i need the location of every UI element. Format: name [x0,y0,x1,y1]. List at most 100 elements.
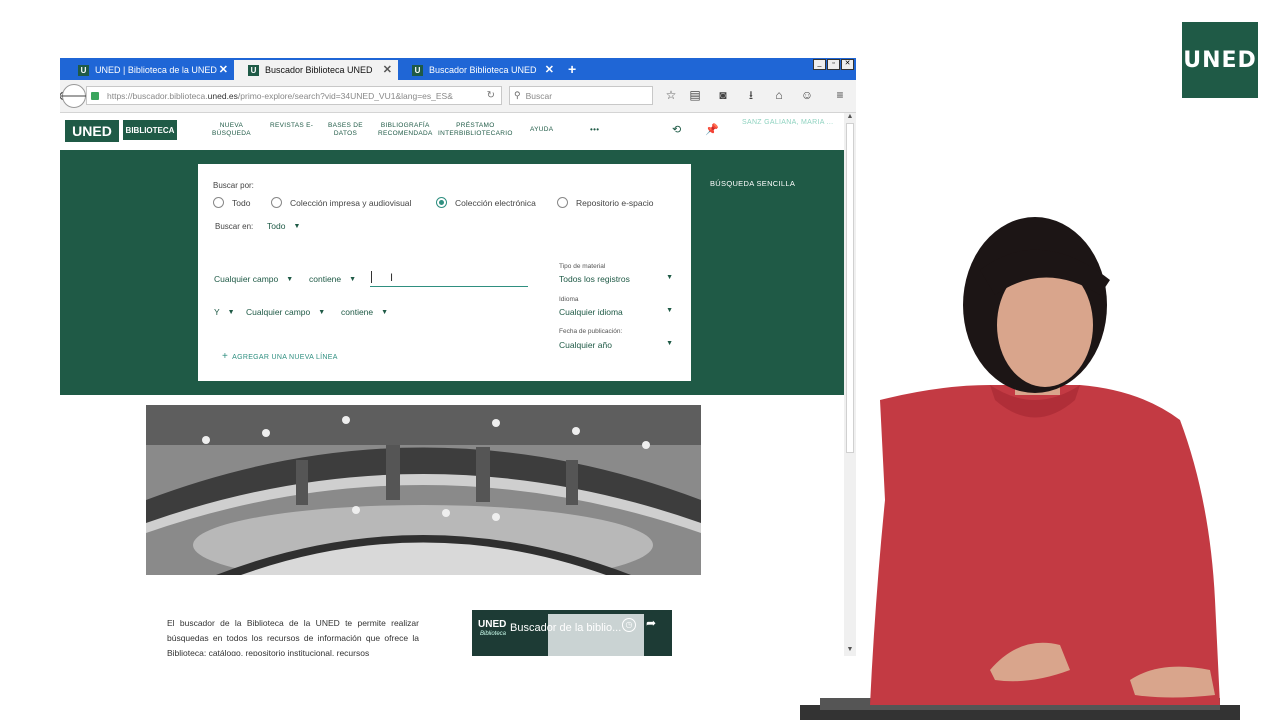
browser-search-input[interactable]: ⚲ Buscar [509,86,653,105]
select-value: Todo [267,221,286,231]
radio-label: Repositorio e-spacio [576,197,654,208]
new-tab-button[interactable]: + [568,61,576,77]
chevron-down-icon: ▼ [666,307,673,314]
chevron-down-icon: ▼ [349,275,357,283]
pocket-icon[interactable]: ◙ [716,88,730,102]
radio-label: Colección impresa y audiovisual [290,197,412,208]
history-icon[interactable]: ⟲ [672,123,681,136]
scope-electronica-radio[interactable]: Colección electrónica [436,197,536,208]
tab-buscador-active[interactable]: U Buscador Biblioteca UNED ✕ [234,60,398,80]
nav-bases-datos[interactable]: BASES DE DATOS [328,122,363,138]
nav-nueva-busqueda[interactable]: NUEVA BÚSQUEDA [212,122,251,138]
add-line-label: AGREGAR UNA NUEVA LÍNEA [232,354,338,361]
url-prefix: https://buscador.biblioteca. [107,90,208,101]
language-label: Idioma [559,296,579,303]
scope-repositorio-radio[interactable]: Repositorio e-spacio [557,197,653,208]
radio-selected-icon [436,197,447,208]
uned-logo: UNED [1182,22,1258,98]
share-icon[interactable]: ➦ [646,616,656,630]
close-tab-icon[interactable]: ✕ [545,63,554,76]
select-value: Y [214,307,220,317]
row2-field-select[interactable]: Cualquier campo ▼ [246,307,325,317]
close-window-icon[interactable]: ✕ [841,59,854,70]
advanced-search-panel: Buscar por: Todo Colección impresa y aud… [198,164,691,381]
home-icon[interactable]: ⌂ [772,88,786,102]
url-suffix: /primo-explore/search?vid=34UNED_VU1&lan… [237,90,453,101]
nav-bibliografia[interactable]: BIBLIOGRAFÍA RECOMENDADA [378,122,433,138]
select-value: Cualquier campo [246,307,311,317]
row2-boolean-select[interactable]: Y ▼ [214,307,235,317]
close-tab-icon[interactable]: ✕ [219,63,228,76]
uned-favicon-icon: U [248,64,259,76]
bookmark-star-icon[interactable]: ☆ [664,88,678,102]
tab-label: Buscador Biblioteca UNED [265,65,373,75]
description-text: El buscador de la Biblioteca de la UNED … [167,618,419,656]
reading-list-icon[interactable]: ▤ [688,88,702,102]
select-value: Cualquier año [559,340,612,350]
row2-operator-select[interactable]: contiene ▼ [341,307,388,317]
biblioteca-logo[interactable]: BIBLIOTECA [123,120,177,140]
user-name[interactable]: SANZ GALIANA, MARIA ... [742,119,833,126]
select-value: contiene [341,307,374,317]
chat-icon[interactable]: ☺ [800,88,814,102]
buscar-por-label: Buscar por: [213,181,254,190]
radio-label: Colección electrónica [455,197,536,208]
search-term-input[interactable] [370,286,528,287]
nav-revistas[interactable]: REVISTAS E- [270,122,313,130]
nav-line: AYUDA [530,126,554,133]
video-title[interactable]: Buscador de la biblio... [510,622,621,634]
uned-favicon-icon: U [412,64,423,76]
nav-line: BASES DE [328,122,363,129]
back-button[interactable]: 🡐 [60,84,91,108]
date-label: Fecha de publicación: [559,328,623,335]
more-menu-icon[interactable]: ••• [590,126,599,134]
tab-label: Buscador Biblioteca UNED [429,65,537,75]
tab-buscador[interactable]: U Buscador Biblioteca UNED ✕ [398,60,560,80]
video-thumbnail[interactable]: UNED Biblioteca Buscador de la biblio...… [472,610,672,656]
nav-line: RECOMENDADA [378,130,433,137]
uned-header-logo[interactable]: UNED [65,120,119,142]
nav-ayuda[interactable]: AYUDA [530,126,553,134]
chevron-down-icon: ▼ [666,274,673,281]
date-select[interactable]: Cualquier año ▼ [559,340,673,350]
nav-prestamo[interactable]: PRÉSTAMO INTERBIBLIOTECARIO [438,122,513,138]
download-icon[interactable]: ⭳ [744,88,758,102]
tab-uned-biblioteca[interactable]: U UNED | Biblioteca de la UNED ✕ [64,60,234,80]
row1-field-select[interactable]: Cualquier campo ▼ [214,274,293,284]
search-hero: Buscar por: Todo Colección impresa y aud… [60,150,844,395]
reload-icon[interactable]: ↻ [487,90,495,101]
select-value: Todos los registros [559,274,630,284]
tab-label: UNED | Biblioteca de la UNED [95,65,217,75]
row1-operator-select[interactable]: contiene ▼ [309,274,356,284]
buscar-en-label: Buscar en: [215,222,254,231]
material-select[interactable]: Todos los registros ▼ [559,274,673,284]
chevron-down-icon: ▼ [381,308,389,316]
select-value: Cualquier idioma [559,307,623,317]
url-bar[interactable]: https://buscador.biblioteca. uned.es/prim… [86,86,502,105]
chevron-down-icon: ▼ [318,308,326,316]
close-tab-icon[interactable]: ✕ [383,63,392,76]
plus-icon: + [222,351,229,362]
url-domain: uned.es [207,90,238,101]
tab-bar: U UNED | Biblioteca de la UNED ✕ U Busca… [60,58,856,80]
pin-icon[interactable]: 📌 [705,123,719,136]
language-select[interactable]: Cualquier idioma ▼ [559,307,673,317]
chevron-down-icon: ▼ [293,222,301,230]
add-line-button[interactable]: + AGREGAR UNA NUEVA LÍNEA [222,351,338,362]
watch-later-icon[interactable]: ◷ [622,618,636,632]
simple-search-link[interactable]: BÚSQUEDA SENCILLA [710,179,795,188]
scroll-up-icon[interactable]: ▲ [844,113,856,123]
radio-icon [271,197,282,208]
menu-icon[interactable]: ≡ [833,88,847,102]
chevron-down-icon: ▼ [666,340,673,347]
minimize-icon[interactable]: _ [813,59,826,70]
buscar-en-select[interactable]: Todo ▼ [267,221,300,231]
scope-impresa-radio[interactable]: Colección impresa y audiovisual [271,197,411,208]
video-logo: UNED [478,619,507,630]
search-placeholder: Buscar [525,90,553,101]
maximize-icon[interactable]: ▫ [827,59,840,70]
scope-todo-radio[interactable]: Todo [213,197,250,208]
material-label: Tipo de material [559,263,606,270]
window-controls: _ ▫ ✕ [813,59,854,70]
nav-line: PRÉSTAMO [456,122,495,129]
